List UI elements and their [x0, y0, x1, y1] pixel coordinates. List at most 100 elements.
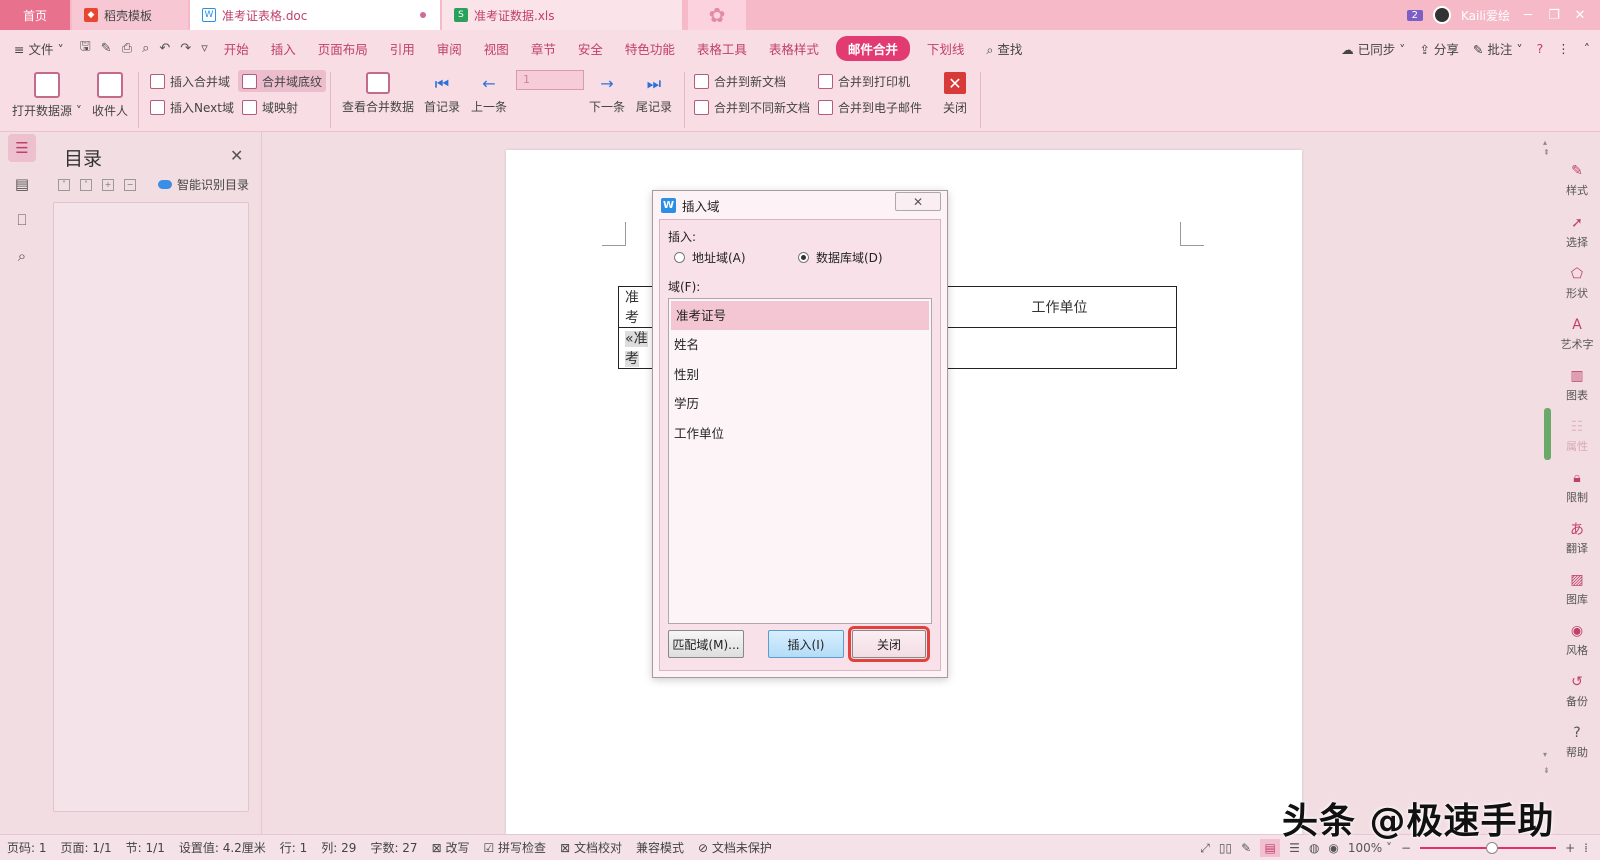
- help-tool[interactable]: ? 帮助: [1558, 724, 1596, 760]
- scroll-page-up-icon[interactable]: ⇞: [1543, 148, 1550, 157]
- wordart-tool[interactable]: A 艺术字: [1558, 316, 1596, 352]
- list-item[interactable]: 学历: [669, 389, 931, 419]
- style-tool[interactable]: ✎ 样式: [1558, 162, 1596, 198]
- merge-to-email-button[interactable]: 合并到电子邮件: [818, 96, 922, 118]
- overwrite-toggle[interactable]: ⊠ 改写: [425, 839, 477, 856]
- first-record-button[interactable]: ⏮ 首记录: [424, 74, 460, 115]
- property-tool[interactable]: ☷ 属性: [1558, 418, 1596, 454]
- table-cell[interactable]: 工作单位: [942, 286, 1177, 328]
- translate-tool[interactable]: あ翻译: [1558, 520, 1596, 556]
- gallery-tool[interactable]: ▨ 图库: [1558, 571, 1596, 607]
- add-level-icon[interactable]: +: [102, 178, 114, 191]
- status-setting[interactable]: 设置值: 4.2厘米: [172, 839, 273, 856]
- menu-item-insert[interactable]: 插入: [260, 39, 307, 58]
- shape-tool[interactable]: ⬠ 形状: [1558, 265, 1596, 301]
- prev-record-button[interactable]: ← 上一条: [471, 74, 507, 115]
- next-record-button[interactable]: → 下一条: [589, 74, 625, 115]
- select-tool[interactable]: ➚ 选择: [1558, 214, 1596, 250]
- recipients-button[interactable]: 收件人: [92, 72, 128, 119]
- menu-item-view[interactable]: 视图: [473, 39, 520, 58]
- tab-template[interactable]: ◆ 稻壳模板: [72, 0, 188, 30]
- expand-icon[interactable]: ˅: [58, 178, 70, 191]
- list-item[interactable]: 姓名: [669, 330, 931, 360]
- smart-toc-button[interactable]: 智能识别目录: [158, 176, 249, 193]
- menu-item-table-tools[interactable]: 表格工具: [686, 39, 758, 58]
- new-tab-paw-icon[interactable]: ✿: [688, 0, 746, 30]
- view-merged-data-button[interactable]: 查看合并数据: [342, 72, 414, 115]
- menu-item-reference[interactable]: 引用: [379, 39, 426, 58]
- backup-tool[interactable]: ↺ 备份: [1558, 673, 1596, 709]
- merge-field[interactable]: «准考: [625, 331, 648, 367]
- menu-item-security[interactable]: 安全: [567, 39, 614, 58]
- field-mapping-button[interactable]: 域映射: [242, 96, 298, 118]
- minimize-icon[interactable]: ─: [1520, 8, 1536, 23]
- menu-item-layout[interactable]: 页面布局: [307, 39, 379, 58]
- database-field-radio[interactable]: 数据库域(D): [798, 249, 883, 266]
- close-merge-icon[interactable]: ✕: [944, 72, 966, 94]
- scroll-page-down-icon[interactable]: ⇟: [1543, 766, 1550, 775]
- address-field-radio[interactable]: 地址域(A): [674, 249, 746, 266]
- print-icon[interactable]: ⎙: [117, 41, 137, 56]
- notification-badge[interactable]: 2: [1406, 9, 1423, 21]
- scroll-thumb[interactable]: [1544, 408, 1551, 460]
- status-page[interactable]: 页码: 1: [0, 839, 54, 856]
- proofread-button[interactable]: ⊠ 文档校对: [553, 839, 629, 856]
- menu-item-underline[interactable]: 下划线: [916, 39, 976, 58]
- insert-merge-field-button[interactable]: 插入合并域: [150, 70, 230, 92]
- insert-next-field-button[interactable]: 插入Next域: [150, 96, 234, 118]
- search-button[interactable]: ⌕ 查找: [975, 39, 1033, 58]
- menu-item-start[interactable]: 开始: [213, 39, 260, 58]
- zoom-slider[interactable]: [1420, 842, 1557, 854]
- panel-close-icon[interactable]: ✕: [230, 146, 243, 165]
- collapse-icon[interactable]: ˄: [80, 178, 92, 191]
- tab-xls[interactable]: S 准考证数据.xls: [442, 0, 682, 30]
- redo-icon[interactable]: ↷: [175, 41, 196, 56]
- page-thumbnail-icon[interactable]: ▤: [8, 170, 36, 198]
- menu-item-table-style[interactable]: 表格样式: [758, 39, 830, 58]
- format-painter-icon[interactable]: ✎: [96, 41, 117, 56]
- scroll-down-icon[interactable]: ▾: [1543, 750, 1547, 759]
- page-view-icon[interactable]: ▤: [1260, 839, 1281, 857]
- field-list[interactable]: 准考证号 姓名 性别 学历 工作单位: [668, 298, 932, 624]
- close-merge-button[interactable]: 关闭: [943, 96, 967, 118]
- close-button[interactable]: 关闭: [848, 626, 930, 662]
- menu-item-special[interactable]: 特色功能: [614, 39, 686, 58]
- protect-status[interactable]: ⊘ 文档未保护: [691, 839, 779, 856]
- status-row[interactable]: 行: 1: [273, 839, 315, 856]
- dialog-close-icon[interactable]: ✕: [895, 192, 941, 211]
- find-icon[interactable]: ⌕: [8, 242, 36, 270]
- match-fields-button[interactable]: 匹配域(M)...: [668, 630, 744, 658]
- restrict-tool[interactable]: 🔒︎ 限制: [1558, 469, 1596, 505]
- close-window-icon[interactable]: ✕: [1572, 8, 1588, 23]
- scroll-up-icon[interactable]: ▴: [1543, 138, 1547, 147]
- status-words[interactable]: 字数: 27: [363, 839, 424, 856]
- menu-item-mail-merge[interactable]: 邮件合并: [835, 35, 910, 61]
- list-item[interactable]: 工作单位: [669, 419, 931, 449]
- edit-pen-icon[interactable]: ✎: [1241, 841, 1251, 855]
- vertical-scrollbar[interactable]: ▴ ⇞ ▾ ⇟: [1542, 138, 1554, 828]
- record-number-input[interactable]: 1: [516, 70, 584, 90]
- customize-chevron-icon[interactable]: ▿: [196, 41, 213, 56]
- help-icon[interactable]: ?: [1537, 41, 1544, 56]
- outline-icon[interactable]: ☰: [8, 134, 36, 162]
- merge-to-diff-docs-button[interactable]: 合并到不同新文档: [694, 96, 810, 118]
- share-button[interactable]: ⇪ 分享: [1419, 39, 1458, 58]
- bookmark-icon[interactable]: ⎕: [8, 206, 36, 234]
- theme-tool[interactable]: ◉ 风格: [1558, 622, 1596, 658]
- list-item[interactable]: 准考证号: [671, 301, 929, 330]
- chart-tool[interactable]: ▥ 图表: [1558, 367, 1596, 403]
- more-icon[interactable]: ⋮: [1557, 41, 1570, 56]
- merge-to-printer-button[interactable]: 合并到打印机: [818, 70, 910, 92]
- comment-button[interactable]: ✎ 批注 ˅: [1473, 39, 1523, 58]
- collapse-ribbon-icon[interactable]: ˄: [1584, 41, 1590, 56]
- remove-level-icon[interactable]: −: [124, 178, 136, 191]
- fullscreen-icon[interactable]: ⤢: [1200, 841, 1210, 856]
- table-cell[interactable]: [942, 327, 1177, 369]
- status-pages[interactable]: 页面: 1/1: [54, 839, 119, 856]
- menu-item-review[interactable]: 审阅: [426, 39, 473, 58]
- sync-button[interactable]: ☁ 已同步 ˅: [1341, 39, 1405, 58]
- avatar[interactable]: [1432, 6, 1451, 24]
- zoom-in-icon[interactable]: +: [1565, 841, 1575, 855]
- status-section[interactable]: 节: 1/1: [119, 839, 172, 856]
- spell-check-toggle[interactable]: ☑ 拼写检查: [476, 839, 553, 856]
